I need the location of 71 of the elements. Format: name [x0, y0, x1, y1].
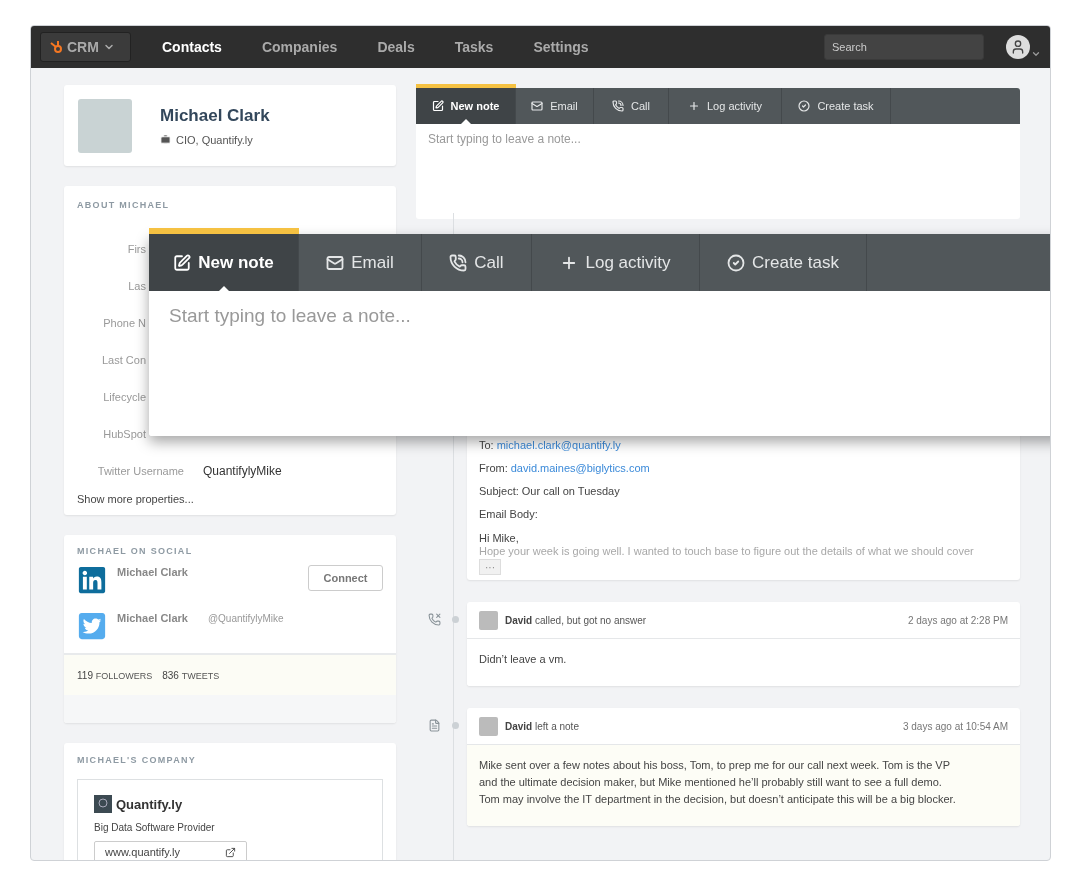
- website-link[interactable]: www.quantify.ly: [94, 841, 247, 860]
- pencil-square-icon: [173, 253, 192, 272]
- timeline-dot: [452, 722, 459, 729]
- envelope-icon: [531, 100, 544, 112]
- stat-text: 836 TWEETS: [162, 669, 220, 681]
- company-logo-icon: [94, 795, 112, 813]
- nav-link[interactable]: Tasks: [434, 39, 514, 55]
- activity-time: 2 days ago at 2:28 PM: [907, 614, 1008, 626]
- property-label: Lifecycle: [102, 390, 146, 403]
- property-value: QuantifylyMike: [203, 463, 283, 478]
- email-field-label: To:: [479, 439, 494, 453]
- property-label: Las: [127, 279, 146, 292]
- activity-title: David called, but got no answer: [505, 614, 647, 626]
- section-heading: MICHAEL ON SOCIAL: [77, 546, 194, 556]
- note-input[interactable]: Start typing to leave a note...: [149, 291, 1050, 436]
- contact-name: Michael Clark: [160, 105, 270, 126]
- email-field-label: From:: [479, 462, 508, 476]
- property-label: Twitter Username: [96, 464, 184, 477]
- stat-text: 119 FOLLOWERS: [77, 669, 153, 681]
- avatar-icon: [1006, 35, 1030, 59]
- company-description: Big Data Software Provider: [94, 822, 216, 833]
- external-link-icon: [225, 846, 236, 858]
- envelope-icon: [326, 253, 345, 272]
- job-title: CIO, Quantify.ly: [176, 133, 253, 146]
- linkedin-icon: [77, 565, 107, 595]
- nav-link[interactable]: Companies: [241, 39, 358, 55]
- property-label: Last Con: [100, 353, 146, 366]
- connect-button[interactable]: Connect: [308, 565, 383, 591]
- phone-icon: [449, 253, 468, 272]
- section-heading: ABOUT MICHAEL: [77, 200, 171, 210]
- section-heading: MICHAEL'S COMPANY: [77, 755, 198, 765]
- check-circle-icon: [798, 100, 811, 112]
- nav-link[interactable]: Settings: [513, 39, 609, 55]
- activity-text: Mike sent over a few notes about his boss, Tom, to prep me for our call next week. Tom is the VP and the ultimate decision maker, but Mike mentioned he’ll probably still want to see a full demo. Tom may involve the IT department in the decision, but doesn’t anticipate this will be a big blocker.: [467, 745, 1020, 826]
- property-label: HubSpot: [102, 427, 146, 440]
- crm-menu-button[interactable]: CRM: [40, 32, 131, 62]
- plus-icon: [688, 100, 700, 112]
- account-name: Michael Clark: [117, 566, 188, 578]
- company-name: Quantify.ly: [116, 796, 183, 812]
- search-field[interactable]: Search: [824, 34, 984, 60]
- email-field-label: Subject: Our call on Tuesday: [479, 485, 620, 499]
- pencil-square-icon: [431, 100, 444, 112]
- email-greeting: Hi Mike,: [479, 531, 519, 545]
- missed-call-icon: [428, 613, 441, 626]
- account-name: Michael Clark: [117, 612, 188, 624]
- email-field-label: Email Body:: [479, 508, 538, 522]
- property-label: Phone N: [102, 316, 146, 329]
- account-menu[interactable]: [1006, 35, 1041, 59]
- photo-placeholder: [78, 98, 132, 153]
- briefcase-icon: [160, 134, 171, 145]
- phone-icon: [612, 100, 624, 112]
- nav-link[interactable]: Contacts: [142, 39, 242, 55]
- account-handle: @QuantifylyMike: [207, 613, 284, 624]
- note-input[interactable]: Start typing to leave a note...: [416, 124, 1020, 219]
- property-label: Firs: [126, 242, 146, 255]
- avatar-placeholder: [479, 716, 498, 736]
- email-link[interactable]: michael.clark@quantify.ly: [496, 439, 621, 462]
- activity-time: 3 days ago at 10:54 AM: [902, 720, 1008, 732]
- activity-title: David left a note: [505, 720, 579, 732]
- show-more-link[interactable]: Show more properties...: [77, 493, 194, 505]
- sprocket-icon: [49, 40, 63, 54]
- nav-link[interactable]: Deals: [357, 39, 435, 55]
- check-circle-icon: [727, 253, 746, 272]
- avatar-placeholder: [479, 610, 498, 630]
- document-icon: [428, 719, 441, 732]
- expand-button[interactable]: ···: [479, 559, 501, 575]
- activity-text: Didn’t leave a vm.: [467, 639, 1020, 686]
- email-link[interactable]: david.maines@biglytics.com: [510, 462, 650, 485]
- caret-icon: [1031, 49, 1041, 59]
- bird-icon: [77, 611, 107, 641]
- timeline-dot: [452, 616, 459, 623]
